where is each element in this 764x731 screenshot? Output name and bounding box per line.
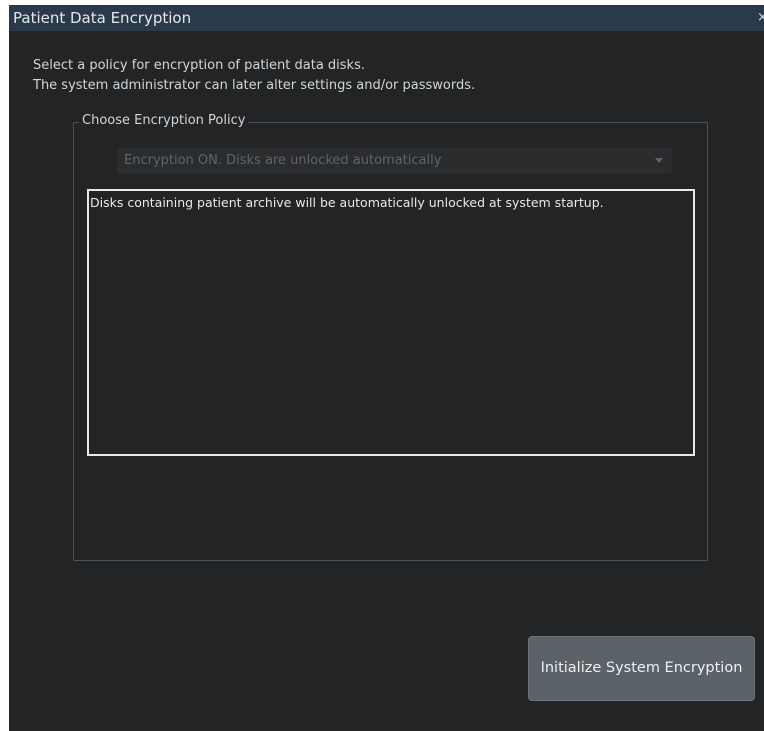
encryption-dialog: Patient Data Encryption × Select a polic… <box>9 5 764 731</box>
close-icon[interactable]: × <box>757 9 764 27</box>
policy-description-box: Disks containing patient archive will be… <box>87 189 695 456</box>
dropdown-selected-value: Encryption ON. Disks are unlocked automa… <box>124 153 442 168</box>
intro-line-2: The system administrator can later alter… <box>33 78 476 93</box>
policy-description-text: Disks containing patient archive will be… <box>90 195 604 210</box>
intro-text: Select a policy for encryption of patien… <box>33 56 475 96</box>
encryption-policy-dropdown[interactable]: Encryption ON. Disks are unlocked automa… <box>117 148 672 174</box>
initialize-encryption-button[interactable]: Initialize System Encryption <box>528 636 755 701</box>
dialog-title: Patient Data Encryption <box>13 9 192 27</box>
chevron-down-icon[interactable] <box>646 148 672 174</box>
title-bar: Patient Data Encryption × <box>9 5 764 31</box>
intro-line-1: Select a policy for encryption of patien… <box>33 58 365 73</box>
group-legend: Choose Encryption Policy <box>79 112 249 130</box>
